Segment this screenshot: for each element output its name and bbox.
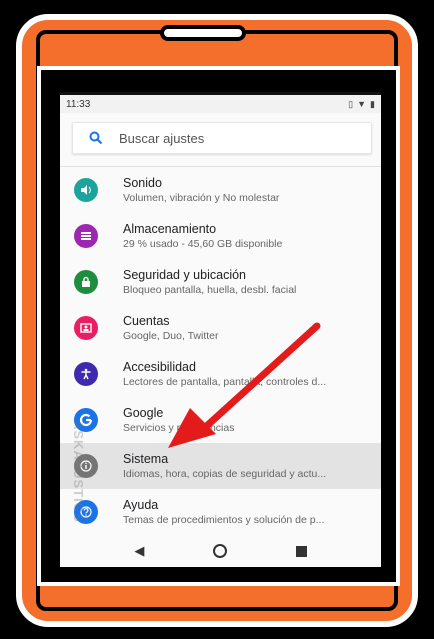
watermark: ASKAJUSTICS (71, 420, 86, 523)
navigation-bar: ◀ (60, 535, 381, 567)
item-title: Google (123, 405, 164, 420)
search-header: Buscar ajustes (60, 113, 381, 167)
battery-icon: ▮ (370, 98, 375, 109)
settings-item-google[interactable]: Google Servicios y preferencias (60, 397, 381, 443)
item-subtitle: Bloqueo pantalla, huella, desbl. facial (123, 283, 297, 296)
item-subtitle: Servicios y preferencias (123, 421, 235, 434)
settings-item-ayuda[interactable]: Ayuda Temas de procedimientos y solución… (60, 489, 381, 535)
search-input[interactable]: Buscar ajustes (72, 122, 372, 154)
item-title: Ayuda (123, 497, 159, 512)
item-subtitle: Google, Duo, Twitter (123, 329, 219, 342)
home-icon[interactable] (212, 544, 227, 558)
settings-item-almacenamiento[interactable]: Almacenamiento 29 % usado - 45,60 GB dis… (60, 213, 381, 259)
wifi-icon: ▼ (357, 99, 367, 109)
item-subtitle: Idiomas, hora, copias de seguridad y act… (123, 467, 327, 480)
item-title: Sistema (123, 451, 169, 466)
item-title: Sonido (123, 175, 162, 190)
item-subtitle: Temas de procedimientos y solución de p.… (123, 513, 325, 526)
settings-item-accesibilidad[interactable]: Accesibilidad Lectores de pantalla, pant… (60, 351, 381, 397)
item-title: Almacenamiento (123, 221, 217, 236)
account-icon (74, 316, 98, 340)
settings-item-sistema[interactable]: Sistema Idiomas, hora, copias de segurid… (60, 443, 381, 489)
item-subtitle: Volumen, vibración y No molestar (123, 191, 280, 204)
recents-icon[interactable] (295, 545, 307, 557)
item-subtitle: 29 % usado - 45,60 GB disponible (123, 237, 283, 250)
storage-icon (74, 224, 98, 248)
phone-speaker (160, 25, 246, 41)
item-title: Accesibilidad (123, 359, 196, 374)
search-icon (73, 131, 119, 145)
volume-icon (74, 178, 98, 202)
item-subtitle: Lectores de pantalla, pantalla, controle… (123, 375, 327, 388)
item-title: Cuentas (123, 313, 170, 328)
phone-screen: 11:33 ▯ ▼ ▮ Buscar ajustes Sonido Volume… (60, 92, 381, 567)
photo-frame: 11:33 ▯ ▼ ▮ Buscar ajustes Sonido Volume… (0, 0, 434, 639)
search-placeholder: Buscar ajustes (119, 130, 205, 146)
settings-item-sonido[interactable]: Sonido Volumen, vibración y No molestar (60, 167, 381, 213)
lock-icon (74, 270, 98, 294)
settings-item-seguridad[interactable]: Seguridad y ubicación Bloqueo pantalla, … (60, 259, 381, 305)
vibrate-icon: ▯ (348, 98, 354, 109)
item-title: Seguridad y ubicación (123, 267, 246, 282)
status-time: 11:33 (66, 98, 91, 110)
settings-list: Sonido Volumen, vibración y No molestar … (60, 167, 381, 535)
accessibility-icon (74, 362, 98, 386)
settings-item-cuentas[interactable]: Cuentas Google, Duo, Twitter (60, 305, 381, 351)
status-bar: 11:33 ▯ ▼ ▮ (60, 92, 381, 113)
back-icon[interactable]: ◀ (134, 543, 144, 559)
